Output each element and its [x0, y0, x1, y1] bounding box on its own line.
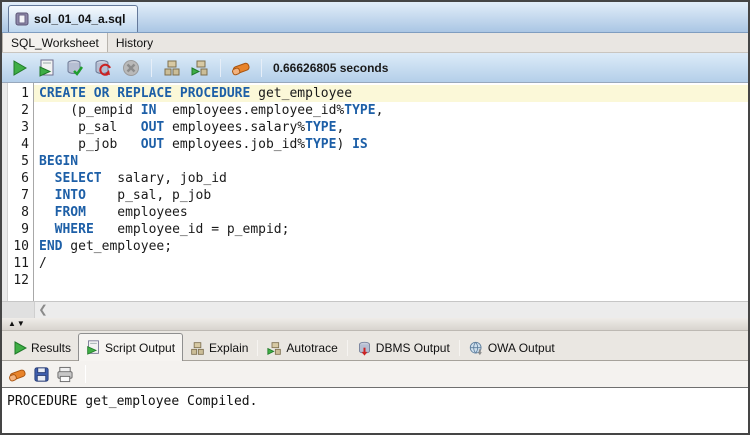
autotrace-icon [191, 60, 208, 76]
tab-sql-worksheet[interactable]: SQL_Worksheet [2, 33, 108, 52]
print-icon [57, 366, 73, 382]
tab-explain[interactable]: Explain [183, 336, 255, 360]
line-number: 12 [13, 273, 29, 288]
autotrace-button[interactable] [187, 56, 213, 80]
run-script-button[interactable] [34, 56, 60, 80]
toolbar-separator [220, 58, 221, 77]
eraser-icon [9, 369, 26, 381]
elapsed-time: 0.66626805 seconds [273, 60, 389, 75]
code-line[interactable]: INTO p_sal, p_job [34, 187, 748, 204]
tab-dbms-output-label: DBMS Output [375, 341, 450, 355]
tab-results[interactable]: Results [6, 336, 78, 360]
output-tabbar: Results Script Output Explain Autotrace … [2, 331, 748, 361]
explain-plan-icon [164, 60, 180, 75]
sql-worksheet-label: SQL_Worksheet [11, 35, 99, 50]
script-output-icon [87, 340, 99, 355]
run-icon [13, 59, 27, 76]
line-number: 7 [21, 188, 29, 203]
tab-dbms-output[interactable]: DBMS Output [350, 336, 457, 360]
cancel-button[interactable] [118, 56, 144, 80]
editor-hscrollbar[interactable]: ❮ [2, 301, 748, 318]
code-line[interactable]: / [34, 255, 748, 272]
line-number: 4 [21, 137, 29, 152]
code-line[interactable]: p_job OUT employees.job_id%TYPE) IS [34, 136, 748, 153]
code-line[interactable]: CREATE OR REPLACE PROCEDURE get_employee [34, 85, 748, 102]
line-number: 2 [21, 103, 29, 118]
code-line[interactable]: SELECT salary, job_id [34, 170, 748, 187]
tab-autotrace[interactable]: Autotrace [260, 336, 344, 360]
code-line[interactable] [34, 272, 748, 289]
script-output-toolbar [2, 361, 748, 388]
commit-icon [67, 59, 84, 76]
code-line[interactable]: END get_employee; [34, 238, 748, 255]
dbms-output-icon [358, 341, 370, 356]
code-line[interactable]: FROM employees [34, 204, 748, 221]
line-number: 9 [21, 222, 29, 237]
history-label: History [115, 35, 154, 50]
print-output-button[interactable] [56, 366, 74, 383]
save-icon [34, 366, 49, 382]
tab-explain-label: Explain [209, 341, 249, 355]
line-number: 3 [21, 120, 29, 135]
rollback-icon [95, 59, 111, 76]
tab-separator [458, 340, 460, 356]
explain-tab-icon [191, 341, 204, 355]
eraser-icon [232, 62, 250, 75]
splitter-arrows-icon[interactable]: ▲▼ [8, 320, 26, 328]
file-tab-sol-01-04-a[interactable]: sol_01_04_a.sql [8, 5, 139, 32]
scroll-left-arrow-icon[interactable]: ❮ [35, 302, 51, 318]
editor-gutter: 1 2 3 4 5 6 7 8 9 10 11 12 [8, 83, 34, 301]
line-number: 5 [21, 154, 29, 169]
tab-separator [257, 340, 259, 356]
line-number: 8 [21, 205, 29, 220]
explain-plan-button[interactable] [159, 56, 185, 80]
commit-button[interactable] [62, 56, 88, 80]
toolbar-separator [85, 365, 86, 383]
code-line[interactable]: (p_empid IN employees.employee_id%TYPE, [34, 102, 748, 119]
tab-script-output-label: Script Output [105, 340, 176, 355]
toolbar-separator [151, 58, 152, 77]
owa-output-icon [469, 341, 482, 355]
tab-autotrace-label: Autotrace [286, 341, 338, 355]
code-line[interactable]: BEGIN [34, 153, 748, 170]
tab-script-output[interactable]: Script Output [78, 333, 184, 361]
code-line[interactable]: p_sal OUT employees.salary%TYPE, [34, 119, 748, 136]
editor-code[interactable]: CREATE OR REPLACE PROCEDURE get_employee… [34, 83, 748, 301]
line-number: 10 [13, 239, 29, 254]
code-editor: 1 2 3 4 5 6 7 8 9 10 11 12 CREATE OR REPLACE PROCED… [2, 83, 748, 301]
results-icon [14, 341, 27, 355]
tab-owa-output-label: OWA Output [487, 341, 555, 355]
sql-developer-window: sol_01_04_a.sql SQL_Worksheet History 0.… [0, 0, 750, 435]
cancel-icon [123, 59, 139, 76]
sql-file-icon [15, 12, 29, 26]
line-number: 6 [21, 171, 29, 186]
tab-history[interactable]: History [108, 33, 161, 52]
panel-splitter[interactable]: ▲▼ [2, 318, 748, 331]
tab-owa-output[interactable]: OWA Output [462, 336, 562, 360]
tab-results-label: Results [31, 341, 72, 355]
worksheet-toolbar: 0.66626805 seconds [2, 53, 748, 83]
file-tabstrip: sol_01_04_a.sql [2, 2, 748, 33]
line-number: 1 [21, 86, 29, 101]
clear-button[interactable] [228, 56, 254, 80]
line-number: 11 [13, 256, 29, 271]
toolbar-separator [261, 58, 262, 77]
file-tab-label: sol_01_04_a.sql [34, 12, 126, 26]
script-output-console[interactable]: PROCEDURE get_employee Compiled. [2, 388, 748, 433]
run-script-icon [39, 59, 54, 77]
rollback-button[interactable] [90, 56, 116, 80]
scrollbar-corner [2, 302, 35, 318]
tab-separator [346, 340, 348, 356]
clear-output-button[interactable] [8, 366, 27, 383]
output-text: PROCEDURE get_employee Compiled. [7, 394, 258, 409]
autotrace-tab-icon [267, 341, 282, 355]
run-statement-button[interactable] [6, 56, 32, 80]
worksheet-subtabs: SQL_Worksheet History [2, 33, 748, 53]
code-line[interactable]: WHERE employee_id = p_empid; [34, 221, 748, 238]
save-output-button[interactable] [33, 366, 50, 383]
